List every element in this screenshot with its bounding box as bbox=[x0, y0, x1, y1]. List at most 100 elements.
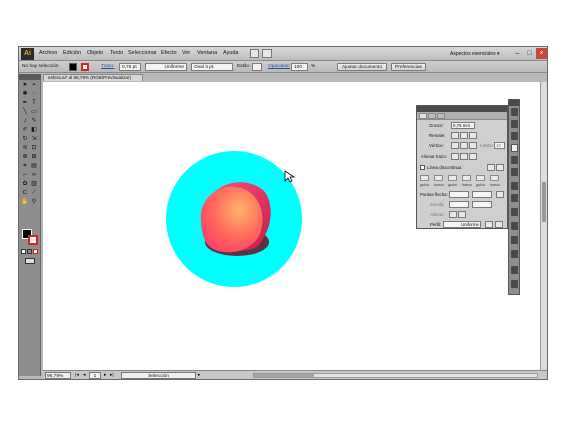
dash-align-icon[interactable] bbox=[496, 164, 504, 171]
projecting-cap-icon[interactable] bbox=[469, 132, 477, 139]
flip-along-icon[interactable] bbox=[485, 221, 493, 228]
free-transform-tool-icon[interactable]: ⊡ bbox=[30, 145, 38, 152]
dash-field-3[interactable] bbox=[476, 175, 485, 181]
first-page-icon[interactable]: |◂ bbox=[75, 372, 79, 379]
gap-field-1[interactable] bbox=[434, 175, 443, 181]
tools-panel-grip[interactable] bbox=[19, 74, 41, 80]
hand-tool-icon[interactable]: ✋ bbox=[21, 199, 29, 206]
menu-archivo[interactable]: Archivo bbox=[39, 50, 57, 56]
end-arrow-select[interactable] bbox=[472, 191, 492, 198]
appearance-panel-icon[interactable] bbox=[511, 182, 518, 190]
stroke-swatch[interactable] bbox=[28, 235, 38, 245]
slice-tool-icon[interactable]: ⟋ bbox=[30, 190, 38, 197]
swap-arrows-icon[interactable] bbox=[496, 191, 504, 198]
current-tool-status[interactable]: Selección bbox=[121, 372, 196, 379]
symbol-sprayer-tool-icon[interactable]: ✿ bbox=[21, 181, 29, 188]
zoom-field[interactable]: 96,79% bbox=[45, 372, 71, 379]
style-swatch[interactable] bbox=[252, 63, 262, 71]
dash-field-1[interactable] bbox=[420, 175, 429, 181]
start-arrow-select[interactable] bbox=[449, 191, 469, 198]
brushes-panel-icon[interactable] bbox=[511, 222, 518, 230]
pen-tool-icon[interactable]: ✒ bbox=[21, 100, 29, 107]
align-inside-icon[interactable] bbox=[460, 153, 468, 160]
gradient-panel-icon[interactable] bbox=[511, 156, 518, 164]
close-icon[interactable]: × bbox=[536, 48, 547, 59]
eyedropper-tool-icon[interactable]: ⌐ bbox=[21, 172, 29, 179]
eraser-tool-icon[interactable]: ◧ bbox=[30, 127, 38, 134]
menu-texto[interactable]: Texto bbox=[110, 50, 123, 56]
menu-efecto[interactable]: Efecto bbox=[161, 50, 177, 56]
menu-ver[interactable]: Ver bbox=[182, 50, 190, 56]
vertical-scroll-thumb[interactable] bbox=[542, 182, 546, 222]
transparency-panel-icon[interactable] bbox=[511, 168, 518, 176]
scale-tool-icon[interactable]: ⇲ bbox=[30, 136, 38, 143]
graph-tool-icon[interactable]: ▥ bbox=[30, 181, 38, 188]
workspace-select[interactable]: Aspectos esenciales ▾ bbox=[448, 49, 510, 59]
magic-wand-tool-icon[interactable]: ✱ bbox=[21, 91, 29, 98]
preferences-button[interactable]: Preferencias bbox=[391, 63, 426, 71]
mesh-tool-icon[interactable]: ⌗ bbox=[21, 163, 29, 170]
next-page-icon[interactable]: ▸ bbox=[104, 372, 106, 379]
brush-select[interactable]: Oval 3 pt. bbox=[191, 63, 233, 71]
fill-color-swatch[interactable] bbox=[69, 63, 77, 71]
paragraph-panel-icon[interactable] bbox=[511, 250, 518, 258]
gap-field-3[interactable] bbox=[490, 175, 499, 181]
align-document-button[interactable]: Ajustar documento bbox=[337, 63, 387, 71]
menu-seleccionar[interactable]: Seleccionar bbox=[128, 50, 157, 56]
zoom-tool-icon[interactable]: ⚲ bbox=[30, 199, 38, 206]
rectangle-tool-icon[interactable]: ▭ bbox=[30, 109, 38, 116]
align-center-icon[interactable] bbox=[451, 153, 459, 160]
type-tool-icon[interactable]: T bbox=[30, 100, 38, 107]
menu-ayuda[interactable]: Ayuda bbox=[223, 50, 239, 56]
arrange-docs-icon[interactable] bbox=[262, 49, 272, 58]
gap-field-2[interactable] bbox=[462, 175, 471, 181]
artboards-panel-icon[interactable] bbox=[511, 280, 518, 288]
limit-field[interactable]: 10 bbox=[494, 142, 505, 149]
last-page-icon[interactable]: ▸| bbox=[110, 372, 114, 379]
blend-tool-icon[interactable]: ∞ bbox=[30, 172, 38, 179]
dashed-line-checkbox[interactable] bbox=[420, 165, 425, 170]
lasso-tool-icon[interactable]: ◌ bbox=[30, 91, 38, 98]
swatches-panel-icon[interactable] bbox=[511, 132, 518, 140]
round-join-icon[interactable] bbox=[460, 142, 468, 149]
tab-gradient[interactable] bbox=[428, 113, 436, 119]
tab-transparency[interactable] bbox=[437, 113, 445, 119]
selection-tool-icon[interactable]: ➤ bbox=[21, 82, 29, 89]
minimize-icon[interactable]: – bbox=[512, 48, 523, 59]
prev-page-icon[interactable]: ◂ bbox=[83, 372, 85, 379]
shape-builder-tool-icon[interactable]: ⊕ bbox=[21, 154, 29, 161]
color-guide-icon[interactable] bbox=[511, 120, 518, 128]
weight-field[interactable]: 0,75 mm bbox=[451, 122, 475, 129]
profile-select[interactable]: Uniforme bbox=[443, 221, 481, 228]
round-cap-icon[interactable] bbox=[460, 132, 468, 139]
horizontal-scroll-thumb[interactable] bbox=[254, 374, 314, 377]
dock-grip[interactable] bbox=[509, 100, 519, 106]
blob-brush-tool-icon[interactable]: ✐ bbox=[21, 127, 29, 134]
sphere-front-shape[interactable] bbox=[200, 186, 263, 253]
rotate-tool-icon[interactable]: ↻ bbox=[21, 136, 29, 143]
none-mode-icon[interactable] bbox=[33, 249, 38, 254]
symbols-panel-icon[interactable] bbox=[511, 208, 518, 216]
screen-mode-icon[interactable] bbox=[25, 258, 35, 264]
artboard-tool-icon[interactable]: ⊏ bbox=[21, 190, 29, 197]
opacity-field[interactable]: 100 bbox=[291, 63, 308, 71]
perspective-grid-tool-icon[interactable]: ⊞ bbox=[30, 154, 38, 161]
maximize-icon[interactable]: □ bbox=[524, 48, 535, 59]
color-mode-icon[interactable] bbox=[21, 249, 26, 254]
menu-ventana[interactable]: Ventana bbox=[197, 50, 217, 56]
line-tool-icon[interactable]: ╲ bbox=[21, 109, 29, 116]
pencil-tool-icon[interactable]: ✎ bbox=[30, 118, 38, 125]
align-outside-icon[interactable] bbox=[469, 153, 477, 160]
direct-selection-tool-icon[interactable]: ➢ bbox=[30, 82, 38, 89]
color-panel-icon[interactable] bbox=[511, 108, 518, 116]
bridge-icon[interactable] bbox=[250, 49, 259, 58]
end-scale-field[interactable] bbox=[472, 201, 492, 208]
menu-edicion[interactable]: Edición bbox=[63, 50, 81, 56]
dash-field-2[interactable] bbox=[448, 175, 457, 181]
start-scale-field[interactable] bbox=[449, 201, 469, 208]
butt-cap-icon[interactable] bbox=[451, 132, 459, 139]
character-panel-icon[interactable] bbox=[511, 236, 518, 244]
stroke-color-swatch[interactable] bbox=[81, 63, 89, 71]
brush-tool-icon[interactable]: ♪ bbox=[21, 118, 29, 125]
stroke-panel-icon[interactable] bbox=[511, 144, 518, 152]
